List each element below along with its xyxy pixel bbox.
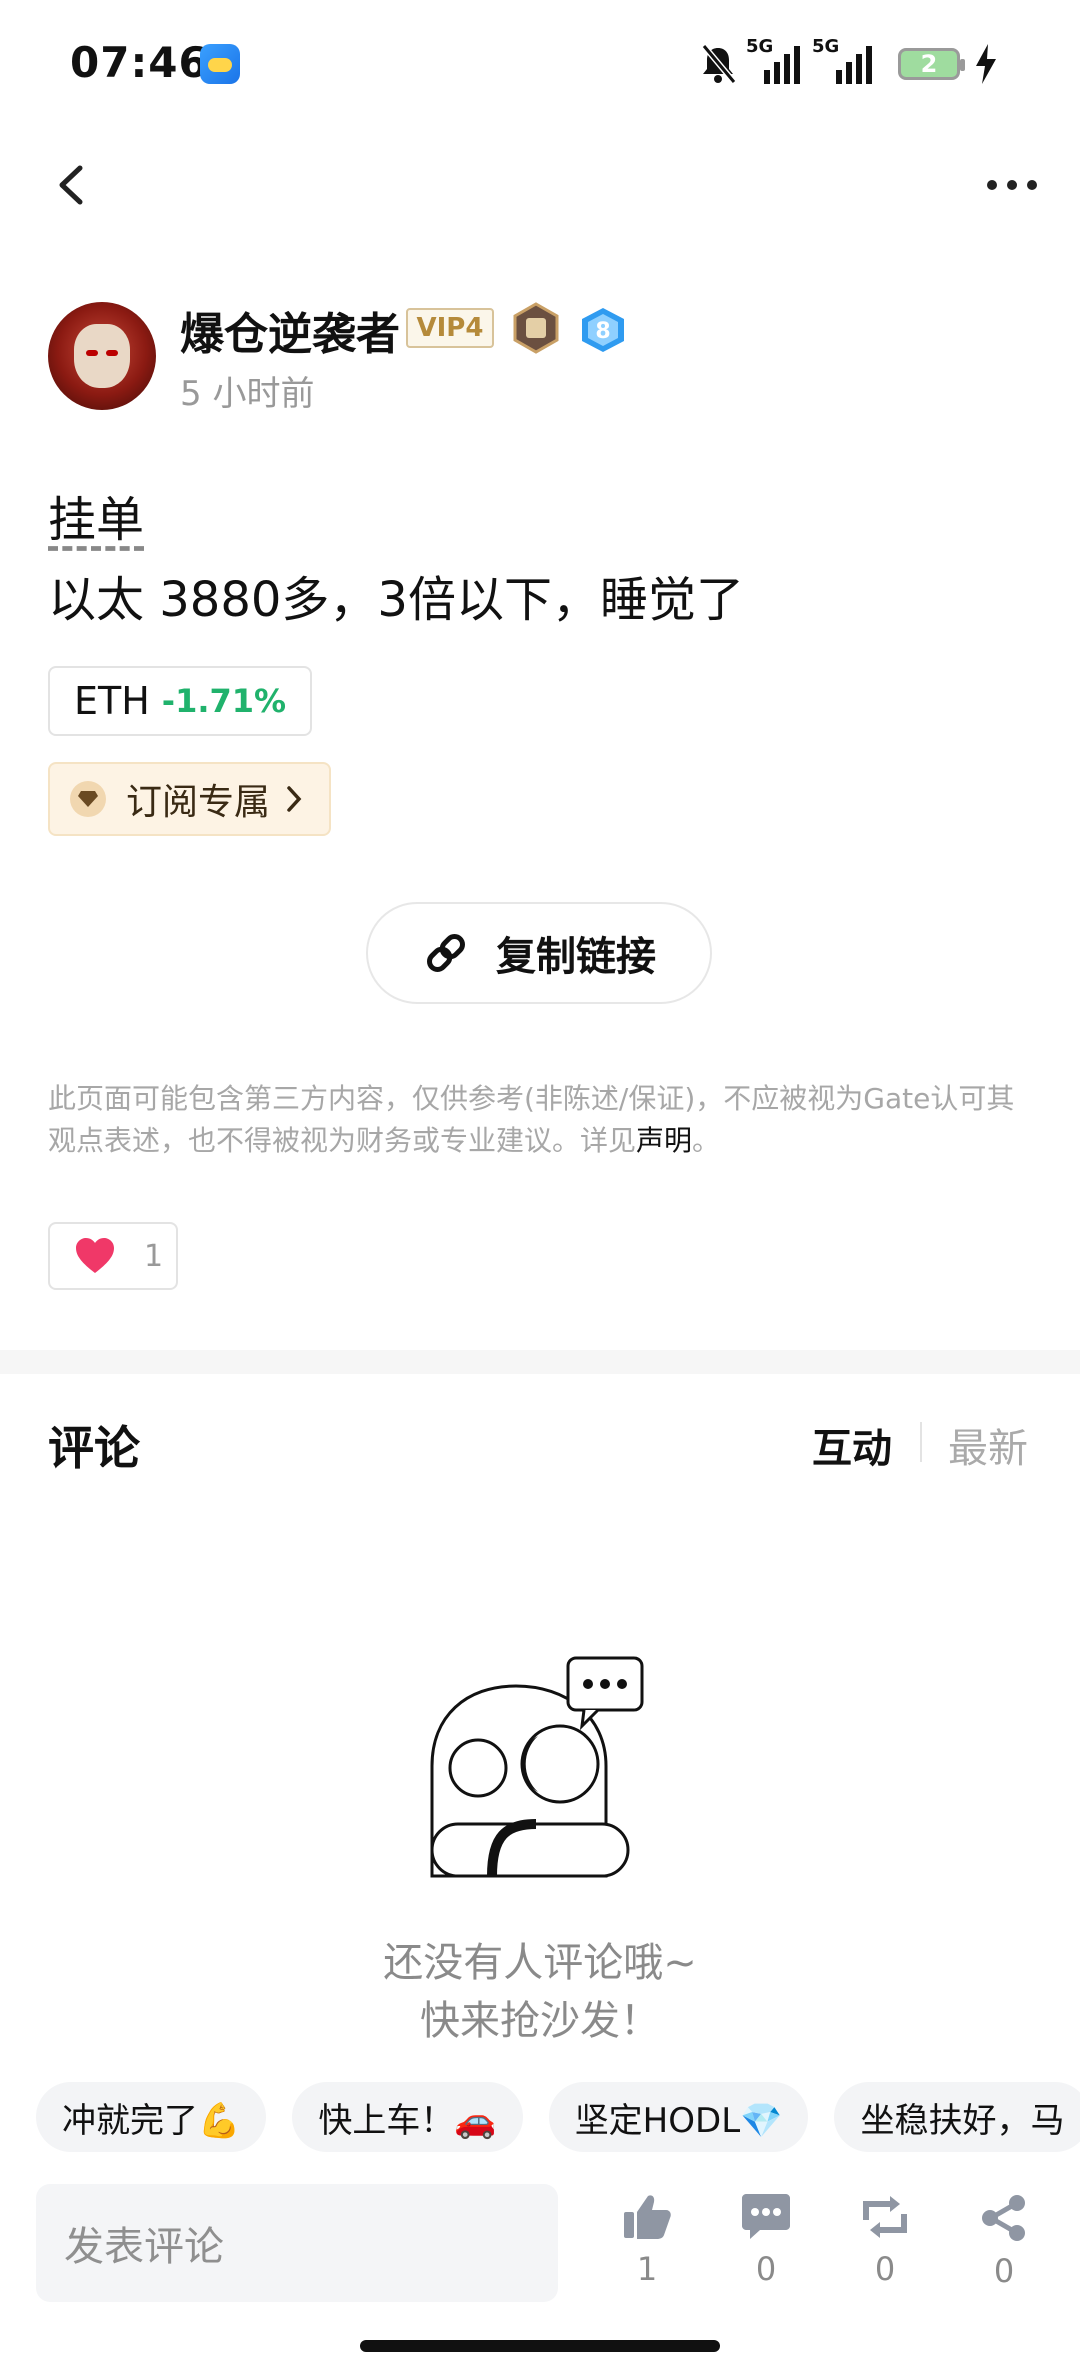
- quick-reply-chip[interactable]: 快上车！🚗: [292, 2082, 523, 2152]
- disclaimer: 此页面可能包含第三方内容，仅供参考(非陈述/保证)，不应被视为Gate认可其观点…: [48, 1078, 1028, 1162]
- ticker-change: -1.71%: [161, 682, 287, 720]
- home-indicator[interactable]: [360, 2340, 720, 2352]
- ticker-symbol: ETH: [74, 679, 150, 723]
- comment-icon: [742, 2194, 790, 2239]
- empty-comments-illustration: [430, 1656, 644, 1878]
- like-count: 1: [144, 1238, 164, 1274]
- repost-action-count: 0: [874, 2250, 896, 2288]
- sort-divider: [920, 1422, 922, 1462]
- sort-tab-latest[interactable]: 最新: [948, 1416, 1028, 1474]
- share-action-button[interactable]: 0: [964, 2194, 1044, 2290]
- author-name[interactable]: 爆仓逆袭者: [180, 298, 400, 362]
- disclaimer-end: 。: [692, 1124, 721, 1157]
- like-action-count: 1: [636, 2250, 658, 2288]
- subscribe-label: 订阅专属: [126, 782, 271, 823]
- comment-action-button[interactable]: 0: [726, 2194, 806, 2288]
- sort-tab-interactive[interactable]: 互动: [812, 1416, 892, 1474]
- empty-comments-text: 还没有人评论哦~: [383, 1940, 697, 1986]
- status-time: 07:46: [70, 38, 209, 87]
- ticker-chip[interactable]: ETH -1.71%: [48, 666, 313, 736]
- chevron-right-icon: [287, 786, 302, 812]
- medal-icon: [513, 302, 559, 354]
- thumbs-up-icon: [624, 2195, 671, 2239]
- repost-action-button[interactable]: 0: [845, 2194, 925, 2288]
- back-button[interactable]: [48, 160, 98, 210]
- like-action-button[interactable]: 1: [607, 2194, 687, 2288]
- mute-icon: [701, 44, 737, 84]
- copy-link-label: 复制链接: [496, 934, 656, 980]
- comment-input[interactable]: 发表评论: [36, 2184, 558, 2302]
- copy-link-button[interactable]: 复制链接: [366, 902, 712, 1004]
- post-title: 挂单: [48, 492, 145, 548]
- post-body: 以太 3880多，3倍以下，睡觉了: [48, 572, 744, 628]
- signal-icon-1: [764, 46, 800, 84]
- comment-action-count: 0: [755, 2250, 777, 2288]
- section-divider: [0, 1350, 1080, 1374]
- battery-icon: 2: [898, 48, 965, 80]
- subscribe-exclusive-button[interactable]: 订阅专属: [48, 762, 331, 836]
- quick-reply-chip[interactable]: 冲就完了💪: [36, 2082, 267, 2152]
- weather-icon: [200, 44, 240, 84]
- empty-comments-subtext: 快来抢沙发！: [420, 1998, 660, 2044]
- share-action-count: 0: [993, 2252, 1015, 2290]
- quick-reply-chip[interactable]: 坚定HODL💎: [548, 2082, 809, 2152]
- avatar[interactable]: [48, 302, 156, 410]
- vip-badge: VIP4: [406, 308, 494, 348]
- like-reaction-button[interactable]: 1: [48, 1222, 178, 1290]
- level-badge-icon: 8: [582, 308, 624, 352]
- quick-reply-chip[interactable]: 坐稳扶好，马: [834, 2082, 1080, 2152]
- heart-icon: [76, 1238, 114, 1273]
- share-icon: [982, 2195, 1025, 2241]
- signal-icon-2: [836, 46, 872, 84]
- disclaimer-link[interactable]: 声明: [636, 1124, 692, 1157]
- more-options-button[interactable]: [986, 178, 1038, 192]
- diamond-icon: [70, 781, 106, 817]
- quick-reply-row: 冲就完了💪 快上车！🚗 坚定HODL💎 坐稳扶好，马: [36, 2082, 1080, 2152]
- comments-title: 评论: [48, 1421, 140, 1475]
- disclaimer-text: 此页面可能包含第三方内容，仅供参考(非陈述/保证)，不应被视为Gate认可其观点…: [48, 1082, 1015, 1157]
- charging-icon: [976, 44, 996, 84]
- post-time: 5 小时前: [180, 374, 315, 414]
- level-badge-number: 8: [595, 319, 610, 344]
- battery-level: 2: [920, 50, 938, 78]
- link-icon: [427, 934, 465, 972]
- repost-icon: [863, 2196, 907, 2238]
